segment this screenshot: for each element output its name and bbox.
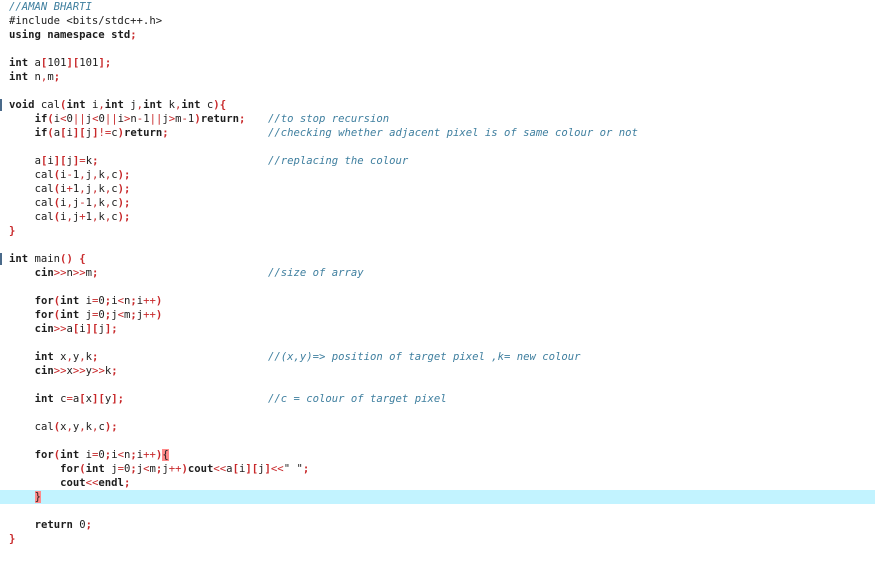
code-line[interactable]: }: [0, 224, 875, 238]
code-text: cin>>x>>y>>k;: [34, 365, 118, 377]
code-text: for(int i=0;i<n;i++){: [34, 449, 169, 461]
code-line[interactable]: for(int j=0;j<m;j++): [0, 308, 875, 322]
code-line[interactable]: }: [0, 532, 875, 546]
fold-marker[interactable]: [0, 99, 2, 111]
code-line[interactable]: cin>>n>>m; //size of array: [0, 266, 875, 280]
code-line[interactable]: cal(x,y,k,c);: [0, 420, 875, 434]
code-line[interactable]: if(i<0||j<0||i>n-1||j>m-1)return; //to st…: [0, 112, 875, 126]
code-line[interactable]: #include <bits/stdc++.h>: [0, 14, 875, 28]
code-text: }: [9, 533, 16, 545]
code-text: cin>>a[i][j];: [34, 323, 118, 335]
code-line[interactable]: int n,m;: [0, 70, 875, 84]
code-line[interactable]: return 0;: [0, 518, 875, 532]
code-line[interactable]: cout<<endl;: [0, 476, 875, 490]
code-editor[interactable]: //AMAN BHARTI #include <bits/stdc++.h> usi…: [0, 0, 875, 576]
code-text: cal(i,j-1,k,c);: [34, 197, 131, 209]
code-text: int a[101][101];: [9, 57, 112, 69]
code-line[interactable]: void cal(int i,int j,int k,int c){: [0, 98, 875, 112]
code-comment: //replacing the colour: [268, 155, 409, 167]
code-text: a[i][j]=k;: [34, 155, 99, 167]
current-code-line[interactable]: }: [0, 490, 875, 504]
code-text: #include <bits/stdc++.h>: [9, 15, 163, 27]
code-text: int x,y,k;: [34, 351, 99, 363]
code-text: int main() {: [9, 253, 86, 265]
code-comment: //checking whether adjacent pixel is of …: [268, 127, 638, 139]
code-comment: //size of array: [268, 267, 364, 279]
code-line[interactable]: for(int j=0;j<m;j++)cout<<a[i][j]<<" ";: [0, 462, 875, 476]
code-line[interactable]: cal(i,j+1,k,c);: [0, 210, 875, 224]
code-line[interactable]: int x,y,k; //(x,y)=> position of target p…: [0, 350, 875, 364]
code-text: }: [34, 491, 41, 503]
code-line[interactable]: cal(i,j-1,k,c);: [0, 196, 875, 210]
code-text: cin>>n>>m;: [34, 267, 99, 279]
code-text: int c=a[x][y];: [34, 393, 124, 405]
code-line[interactable]: cin>>a[i][j];: [0, 322, 875, 336]
code-text: using namespace std;: [9, 29, 137, 41]
code-line[interactable]: cin>>x>>y>>k;: [0, 364, 875, 378]
code-comment: //c = colour of target pixel: [268, 393, 447, 405]
code-line[interactable]: using namespace std;: [0, 28, 875, 42]
code-text: if(i<0||j<0||i>n-1||j>m-1)return;: [34, 113, 246, 125]
code-line[interactable]: if(a[i][j]!=c)return; //checking whether …: [0, 126, 875, 140]
code-text: int n,m;: [9, 71, 61, 83]
code-line[interactable]: cal(i-1,j,k,c);: [0, 168, 875, 182]
code-line[interactable]: a[i][j]=k; //replacing the colour: [0, 154, 875, 168]
code-comment: //(x,y)=> position of target pixel ,k= n…: [268, 351, 581, 363]
code-text: cal(i,j+1,k,c);: [34, 211, 131, 223]
code-line[interactable]: for(int i=0;i<n;i++){: [0, 448, 875, 462]
code-text: }: [9, 225, 16, 237]
code-text: for(int i=0;i<n;i++): [34, 295, 163, 307]
code-text: for(int j=0;j<m;j++)cout<<a[i][j]<<" ";: [60, 463, 310, 475]
code-text: cout<<endl;: [60, 477, 131, 489]
code-text: cal(x,y,k,c);: [34, 421, 118, 433]
code-comment: //to stop recursion: [268, 113, 390, 125]
code-text: for(int j=0;j<m;j++): [34, 309, 163, 321]
fold-marker[interactable]: [0, 253, 2, 265]
code-text: cal(i-1,j,k,c);: [34, 169, 131, 181]
code-text: if(a[i][j]!=c)return;: [34, 127, 169, 139]
code-text: cal(i+1,j,k,c);: [34, 183, 131, 195]
code-line[interactable]: //AMAN BHARTI: [0, 0, 875, 14]
code-line[interactable]: for(int i=0;i<n;i++): [0, 294, 875, 308]
code-line[interactable]: int a[101][101];: [0, 56, 875, 70]
code-text: //AMAN BHARTI: [9, 1, 92, 13]
code-text: void cal(int i,int j,int k,int c){: [9, 99, 227, 111]
code-line[interactable]: int main() {: [0, 252, 875, 266]
code-line[interactable]: cal(i+1,j,k,c);: [0, 182, 875, 196]
code-line[interactable]: int c=a[x][y]; //c = colour of target pix…: [0, 392, 875, 406]
code-text: return 0;: [34, 519, 93, 531]
